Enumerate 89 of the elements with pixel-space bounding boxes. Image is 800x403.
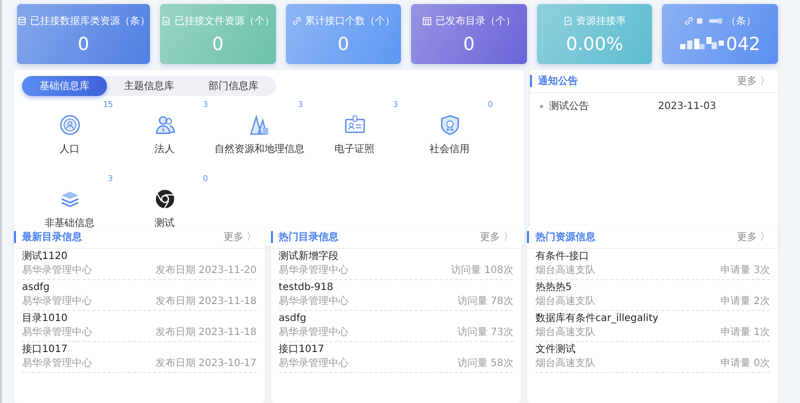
item-title[interactable]: 目录1010	[22, 313, 257, 325]
item-organization: 易华录管理中心	[278, 358, 349, 370]
panel-title: 热门目录信息	[278, 230, 339, 244]
library-item-label[interactable]: 法人	[154, 142, 174, 156]
card-value: 0	[463, 34, 475, 54]
item-organization: 易华录管理中心	[278, 296, 349, 308]
item-count: 0	[488, 100, 493, 109]
item-meta: 申请量 2次	[720, 296, 770, 308]
item-meta: 访问量 58次	[457, 358, 514, 370]
item-count: 0	[202, 174, 208, 183]
item-title[interactable]: asdfg	[22, 282, 257, 294]
item-meta: 发布日期 2023-11-18	[155, 327, 257, 339]
link-icon	[292, 16, 302, 26]
item-organization: 易华录管理中心	[278, 327, 349, 339]
people-icon[interactable]	[154, 114, 176, 136]
item-title[interactable]: 测试新增字段	[278, 251, 514, 263]
person-circle-icon[interactable]	[58, 114, 80, 136]
item-meta: 访问量 108次	[451, 265, 514, 277]
card-label: 已挂接文件资源（个）	[174, 14, 274, 28]
item-meta: 发布日期 2023-10-17	[155, 358, 257, 370]
item-title[interactable]: 文件测试	[535, 344, 770, 356]
mountain-icon[interactable]	[248, 114, 270, 136]
card-label: 累计接口个数（个）	[304, 14, 395, 28]
item-meta: 访问量 78次	[457, 296, 514, 308]
panel-title: 最新目录信息	[22, 230, 82, 244]
item-organization: 烟台高速支队	[535, 265, 596, 277]
item-organization: 烟台高速支队	[535, 327, 596, 339]
item-count: 15	[102, 100, 113, 109]
item-organization: 烟台高速支队	[535, 296, 596, 308]
item-meta: 发布日期 2023-11-18	[155, 296, 257, 308]
library-tab[interactable]: 部门信息库	[191, 76, 276, 96]
item-title[interactable]: 有条件-接口	[535, 251, 770, 263]
document-icon	[563, 16, 574, 26]
item-title[interactable]: 接口1017	[278, 344, 514, 356]
card-value: 042	[726, 34, 760, 54]
item-title[interactable]: testdb-918	[278, 282, 514, 294]
pixelated-redaction-drawing	[697, 18, 724, 24]
item-title[interactable]: 热热热5	[535, 282, 770, 294]
item-title[interactable]: 数据库有条件car_illegality	[535, 313, 770, 325]
library-item-label[interactable]: 社会信用	[430, 142, 470, 156]
item-organization: 易华录管理中心	[22, 358, 92, 370]
notice-title[interactable]: 测试公告	[549, 99, 652, 113]
link-icon	[684, 16, 694, 26]
more-link[interactable]: 更多 〉	[736, 74, 770, 88]
shield-icon[interactable]	[438, 114, 460, 136]
library-item-label[interactable]: 自然资源和地理信息	[214, 142, 304, 156]
card-value: 0	[338, 34, 350, 54]
item-count: 3	[392, 100, 398, 109]
card-label: 已发布目录（个）	[435, 14, 516, 28]
notice-date: 2023-11-03	[658, 100, 718, 112]
more-link[interactable]: 更多 〉	[480, 230, 514, 244]
item-count: 3	[108, 174, 113, 183]
panel-title: 通知公告	[538, 74, 578, 88]
browser-logo-icon[interactable]	[154, 188, 176, 210]
item-title[interactable]: 接口1017	[22, 344, 257, 356]
library-item-label[interactable]: 人口	[60, 142, 80, 156]
more-link[interactable]: 更多 〉	[736, 230, 770, 244]
calendar-icon	[422, 16, 432, 26]
item-meta: 申请量 1次	[720, 327, 770, 339]
item-meta: 申请量 0次	[720, 358, 770, 370]
file-icon	[161, 16, 172, 26]
item-count: 3	[202, 100, 208, 109]
library-item-label[interactable]: 非基础信息	[44, 216, 94, 230]
panel-title: 热门资源信息	[535, 230, 596, 244]
card-value: 0.00%	[566, 34, 624, 54]
item-organization: 易华录管理中心	[22, 265, 92, 277]
card-label: 已挂接数据库类资源（条）	[30, 14, 150, 28]
item-organization: 易华录管理中心	[278, 265, 349, 277]
more-link[interactable]: 更多 〉	[223, 230, 257, 244]
library-tab[interactable]: 基础信息库	[22, 76, 107, 96]
item-meta: 申请量 3次	[720, 265, 770, 277]
item-title[interactable]: asdfg	[278, 313, 514, 325]
database-icon	[17, 16, 27, 26]
library-tab[interactable]: 主题信息库	[106, 76, 192, 96]
item-count: 3	[298, 100, 303, 109]
card-label: 资源挂接率	[576, 14, 626, 28]
item-meta: 访问量 73次	[457, 327, 514, 339]
item-title[interactable]: 测试1120	[22, 251, 257, 263]
bullet-icon	[540, 104, 543, 108]
card-label: （条）	[726, 14, 756, 28]
item-organization: 烟台高速支队	[535, 358, 596, 370]
library-item-label[interactable]: 测试	[154, 216, 174, 230]
id-card-icon[interactable]	[344, 114, 366, 136]
item-organization: 易华录管理中心	[22, 327, 92, 339]
card-value: 0	[78, 34, 90, 54]
item-organization: 易华录管理中心	[22, 296, 92, 308]
library-item-label[interactable]: 电子证照	[334, 142, 374, 156]
item-meta: 发布日期 2023-11-20	[155, 265, 257, 277]
card-value: 0	[212, 34, 224, 54]
